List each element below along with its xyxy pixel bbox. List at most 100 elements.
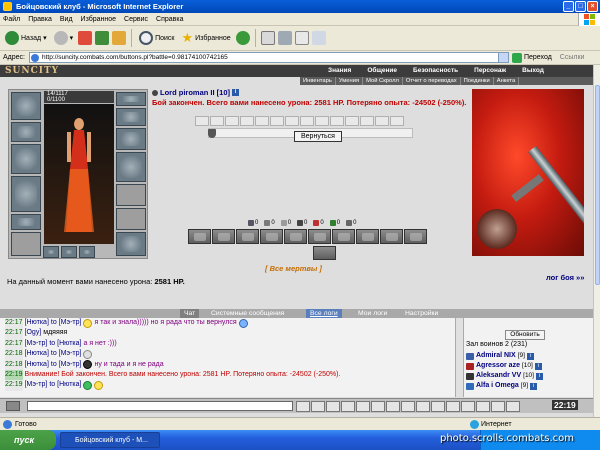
translit-button[interactable] xyxy=(341,401,355,412)
message-author[interactable]: [Ogy] xyxy=(25,328,42,338)
chat-input[interactable] xyxy=(27,401,293,411)
discuss-icon[interactable] xyxy=(311,31,326,45)
history-icon[interactable] xyxy=(235,31,250,45)
user-name[interactable]: Alfa i Omega xyxy=(476,381,519,391)
message-recipient[interactable]: to [Мэ-тр] xyxy=(51,360,82,370)
edit-icon[interactable] xyxy=(294,31,309,45)
sound-button[interactable] xyxy=(431,401,445,412)
info-icon[interactable]: i xyxy=(535,372,543,380)
private-button[interactable] xyxy=(371,401,385,412)
close-button[interactable]: × xyxy=(587,1,598,12)
message-author[interactable]: [Нютка] xyxy=(25,318,49,328)
message-recipient[interactable]: to [Нютка] xyxy=(49,380,81,390)
scroll-slot[interactable] xyxy=(300,116,314,126)
refresh-button[interactable]: Обновить xyxy=(505,330,545,340)
scroll-slot[interactable] xyxy=(345,116,359,126)
ability-slot[interactable] xyxy=(380,229,403,244)
ability-slot[interactable] xyxy=(356,229,379,244)
nav-character[interactable]: Персонаж xyxy=(466,66,514,75)
equip-slot-armor[interactable] xyxy=(11,176,41,212)
scroll-slot[interactable] xyxy=(315,116,329,126)
ability-slot[interactable] xyxy=(404,229,427,244)
info-icon[interactable]: i xyxy=(232,89,240,96)
message-time[interactable]: 22:17 xyxy=(5,328,23,339)
equip-slot-empty-3[interactable] xyxy=(11,232,41,256)
equip-slot-gloves[interactable] xyxy=(116,128,146,150)
message-time[interactable]: 22:19 xyxy=(5,370,23,381)
tab-system-messages[interactable]: Системные сообщения xyxy=(207,309,288,318)
info-icon[interactable]: i xyxy=(526,352,534,360)
scroll-slot[interactable] xyxy=(270,116,284,126)
menu-favorites[interactable]: Избранное xyxy=(81,16,116,23)
minimize-button[interactable]: _ xyxy=(563,1,574,12)
message-time[interactable]: 22:19 xyxy=(5,380,23,391)
print-icon[interactable] xyxy=(277,31,292,45)
equip-slot-shield[interactable] xyxy=(116,152,146,182)
mute-button[interactable] xyxy=(386,401,400,412)
ability-slot[interactable] xyxy=(188,229,211,244)
stop-icon[interactable] xyxy=(78,31,93,45)
speed-button[interactable] xyxy=(416,401,430,412)
nav-exit[interactable]: Выход xyxy=(514,66,552,75)
forward-button[interactable]: ▾ xyxy=(52,28,76,48)
message-recipient[interactable]: to [Нютка] xyxy=(49,339,81,349)
equip-slot-weapon[interactable] xyxy=(11,144,41,174)
scroll-slot[interactable] xyxy=(225,116,239,126)
info-icon[interactable]: i xyxy=(530,382,538,390)
equip-slot-empty-2[interactable] xyxy=(116,208,146,230)
equip-slot-empty-1[interactable] xyxy=(116,184,146,206)
search-button[interactable]: Поиск xyxy=(137,28,176,48)
scroll-slot[interactable] xyxy=(330,116,344,126)
user-name[interactable]: Admiral NIX xyxy=(476,351,516,361)
subnav-inventory[interactable]: Инвентарь xyxy=(300,77,336,85)
ability-slot[interactable] xyxy=(308,229,331,244)
tab-all-logs[interactable]: Все логи xyxy=(306,309,342,318)
equip-slot-ring-1[interactable] xyxy=(43,246,59,258)
refresh-chat-button[interactable] xyxy=(401,401,415,412)
scroll-slot[interactable] xyxy=(285,116,299,126)
online-user[interactable]: Admiral NIX [9] i xyxy=(466,351,586,361)
subnav-skills[interactable]: Умения xyxy=(336,77,364,85)
nav-knowledge[interactable]: Знания xyxy=(320,66,359,75)
go-button[interactable]: Переход xyxy=(511,52,552,63)
equip-slot-necklace[interactable] xyxy=(11,122,41,142)
search-chat-button[interactable] xyxy=(461,401,475,412)
message-author[interactable]: [Нютка] xyxy=(25,349,49,359)
equip-slot-helmet[interactable] xyxy=(11,92,41,120)
ability-slot[interactable] xyxy=(332,229,355,244)
opponent-name[interactable]: Lord piroman II [10] i xyxy=(152,88,240,97)
tab-chat[interactable]: Чат xyxy=(180,309,200,318)
menu-view[interactable]: Вид xyxy=(60,16,73,23)
colors-button[interactable] xyxy=(491,401,505,412)
ability-slot-extra[interactable] xyxy=(313,246,336,260)
scroll-slot[interactable] xyxy=(375,116,389,126)
online-user[interactable]: Aleksandr VV [10] i xyxy=(466,371,586,381)
message-time[interactable]: 22:17 xyxy=(5,338,23,350)
user-name[interactable]: Agressor aze xyxy=(476,361,520,371)
online-user[interactable]: Agressor aze [10] i xyxy=(466,361,586,371)
scroll-slot[interactable] xyxy=(195,116,209,126)
ability-slot[interactable] xyxy=(260,229,283,244)
message-time[interactable]: 22:18 xyxy=(5,359,23,371)
ability-slot[interactable] xyxy=(236,229,259,244)
favorites-button[interactable]: ★ Избранное xyxy=(180,28,233,48)
home-icon[interactable] xyxy=(112,31,127,45)
history-button[interactable] xyxy=(506,401,520,412)
user-name[interactable]: Aleksandr VV xyxy=(476,371,521,381)
message-author[interactable]: [Мэ-тр] xyxy=(25,380,48,390)
subnav-transfers[interactable]: Отчет о переводах xyxy=(403,77,461,85)
message-time[interactable]: 22:17 xyxy=(5,318,23,329)
ability-slot[interactable] xyxy=(284,229,307,244)
chat-menu-button[interactable] xyxy=(6,401,20,411)
emoticon-button[interactable] xyxy=(476,401,490,412)
menu-file[interactable]: Файл xyxy=(3,16,20,23)
mail-icon[interactable] xyxy=(260,31,275,45)
equip-slot-ring-2[interactable] xyxy=(61,246,77,258)
message-author[interactable]: [Мэ-тр] xyxy=(25,339,48,349)
chat-scrollbar[interactable] xyxy=(455,318,463,397)
message-recipient[interactable]: to [Мэ-тр] xyxy=(51,318,82,328)
return-button[interactable]: Вернуться xyxy=(294,131,342,142)
maximize-button[interactable]: □ xyxy=(575,1,586,12)
message-author[interactable]: [Нютка] xyxy=(25,360,49,370)
message-time[interactable]: 22:18 xyxy=(5,349,23,360)
